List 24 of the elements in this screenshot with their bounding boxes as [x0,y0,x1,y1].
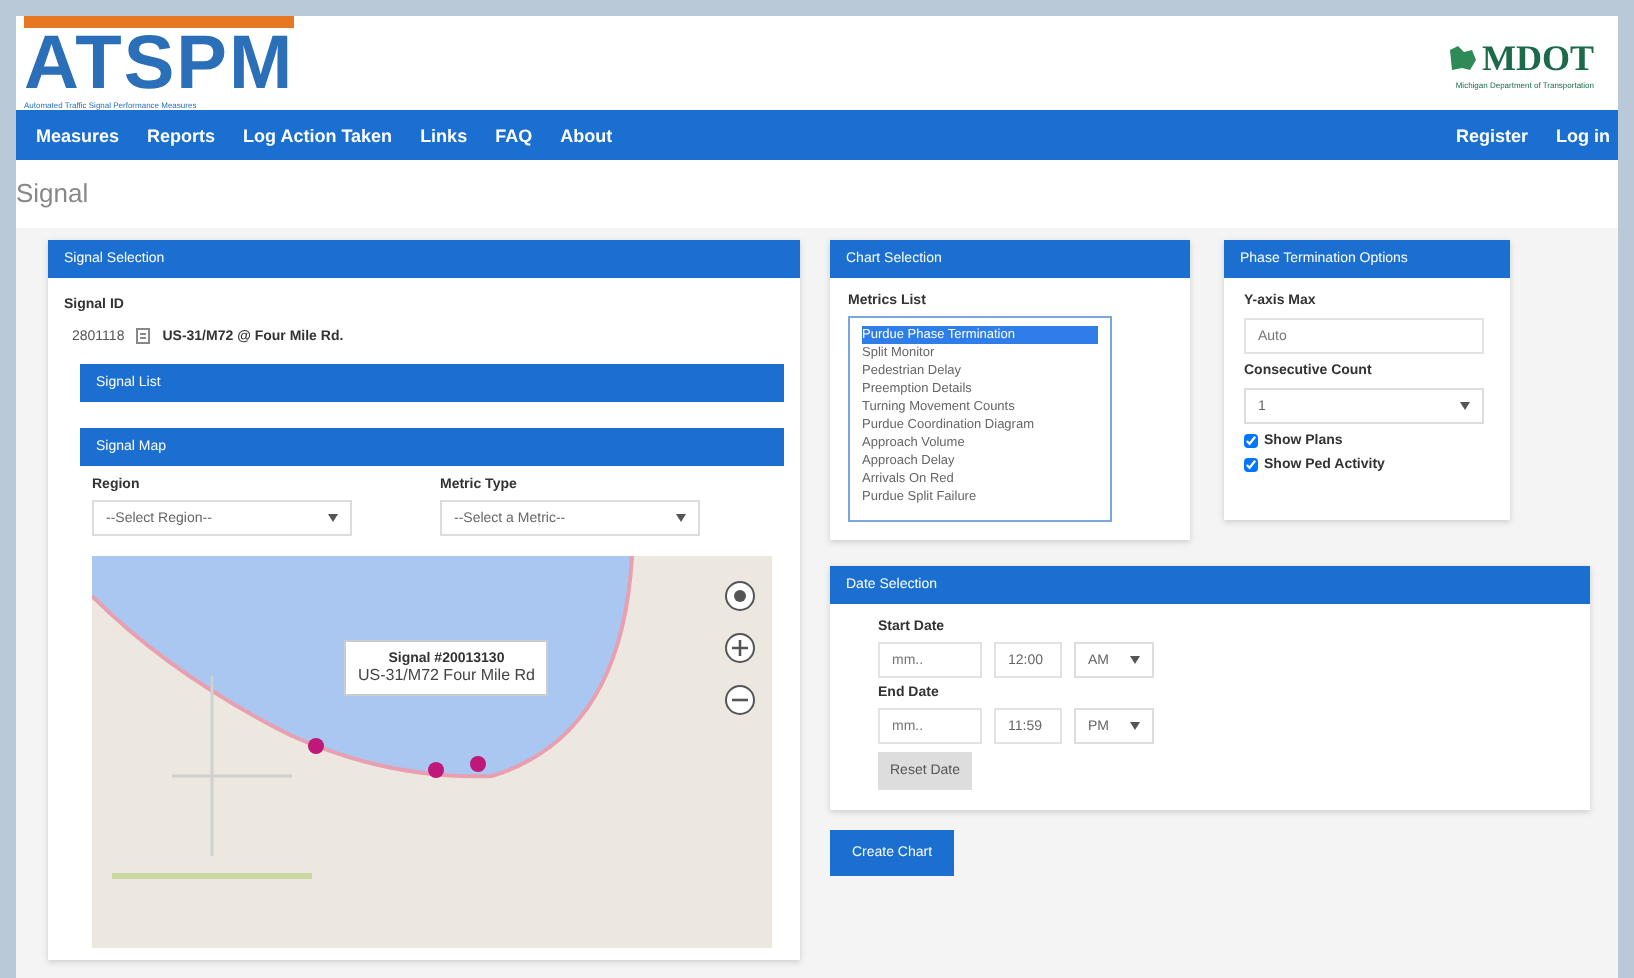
nav-link[interactable]: Reports [147,125,216,145]
nav-link[interactable]: Log Action Taken [243,125,393,145]
checkbox[interactable] [1244,434,1258,448]
popup-text: US-31/M72 Four Mile Rd [358,666,535,684]
nav-link[interactable]: Register [1455,125,1528,145]
zoom-out-icon[interactable] [724,684,756,716]
caret-icon [1130,656,1140,664]
map-marker-icon[interactable] [428,762,444,778]
locate-icon[interactable] [724,580,756,612]
caret-icon [1130,722,1140,730]
list-icon[interactable] [136,328,151,344]
caret-icon [1460,402,1470,410]
map-marker-icon[interactable] [308,738,324,754]
page-title: Signal [16,178,89,208]
nav-link[interactable]: About [560,125,613,145]
checkbox[interactable] [1244,458,1258,472]
nav-link[interactable]: Measures [36,125,120,145]
map-marker-icon[interactable] [470,756,486,772]
nav-link[interactable]: Links [420,125,468,145]
nav-link[interactable]: FAQ [495,125,533,145]
zoom-in-icon[interactable] [724,632,756,664]
nav-link[interactable]: Log in [1556,125,1610,145]
caret-icon [328,514,338,522]
caret-icon [676,514,686,522]
